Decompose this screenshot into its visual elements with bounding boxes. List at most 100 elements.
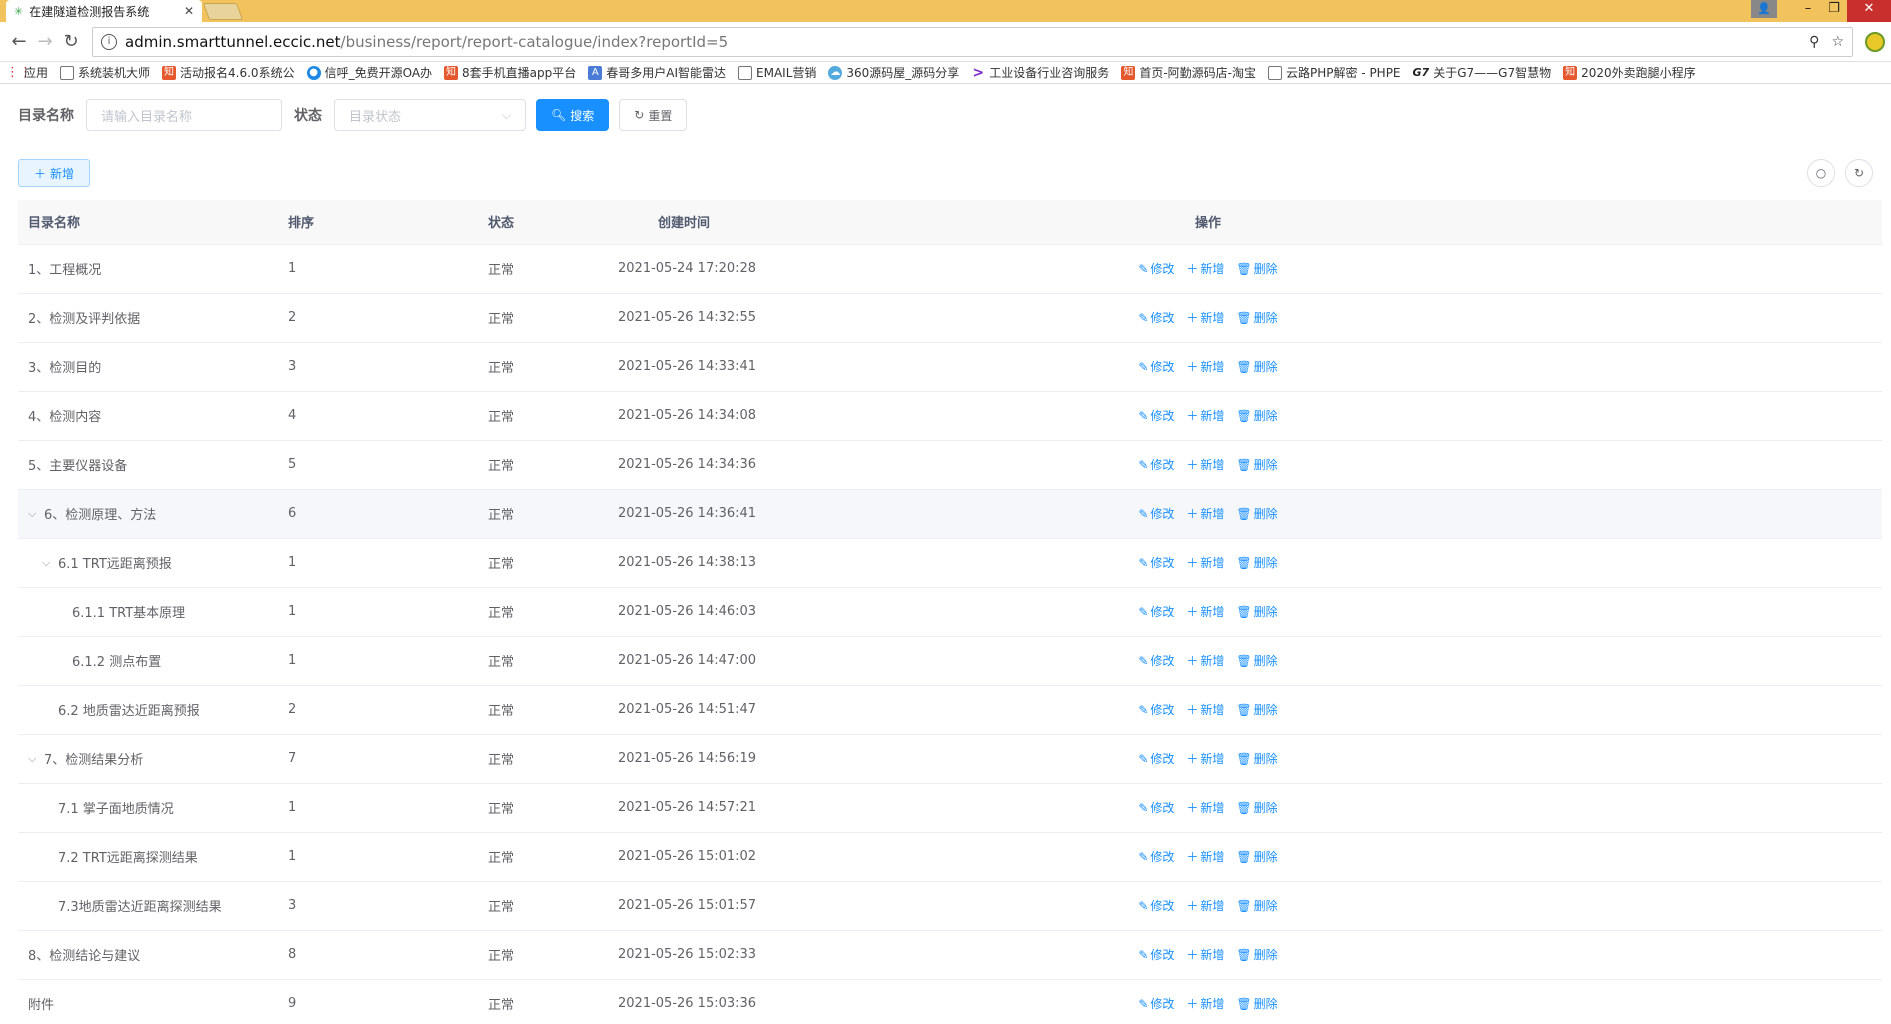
bookmark-item[interactable]: ☁ 360源码屋_源码分享 (828, 64, 959, 81)
key-icon[interactable]: ⚲ (1809, 34, 1819, 50)
forward-icon[interactable]: → (32, 31, 58, 52)
expand-toggle-icon[interactable]: ⌵ (42, 556, 58, 570)
edit-button[interactable]: ✎ 修改 (1138, 897, 1174, 914)
table-row[interactable]: ⌵ 6.1 TRT远距离预报 1 正常 2021-05-26 14:38:13 ✎ 修改＋新… (18, 538, 1882, 588)
delete-button[interactable]: 🗑︎ 删除 (1236, 946, 1277, 963)
expand-toggle-icon[interactable]: ⌵ (28, 752, 44, 766)
bookmark-item[interactable]: 知活动报名4.6.0系统公 (162, 64, 295, 81)
new-tab-button[interactable] (202, 3, 244, 20)
edit-button[interactable]: ✎ 修改 (1138, 407, 1174, 424)
delete-button[interactable]: 🗑︎ 删除 (1236, 995, 1277, 1012)
bookmark-item[interactable]: G7 关于G7——G7智慧物 (1413, 64, 1552, 81)
add-child-button[interactable]: ＋新增 (1186, 309, 1224, 326)
table-row[interactable]: 4、检测内容 4 正常 2021-05-26 14:34:08 ✎ 修改 ＋新增 🗑︎ 删除 (18, 391, 1882, 441)
table-row[interactable]: 6.2 地质雷达近距离预报 2 正常 2021-05-26 14:51:47 ✎ 修改 ＋新… (18, 685, 1882, 735)
table-row[interactable]: 1、工程概况 1 正常 2021-05-24 17:20:28 ✎ 修改 ＋新增 🗑︎ 删除 (18, 244, 1882, 294)
bookmark-item[interactable]: A 春哥多用户AI智能雷达 (588, 64, 726, 81)
bookmark-item[interactable]: 云路PHP解密 - PHPE (1267, 64, 1401, 81)
table-row[interactable]: 3、检测目的 3 正常 2021-05-26 14:33:41 ✎ 修改 ＋新增 🗑︎ 删除 (18, 342, 1882, 392)
table-row[interactable]: ⌵ 6、检测原理、方法 6 正常 2021-05-26 14:36:41 ✎ 修改＋新增 🗑︎… (18, 489, 1882, 539)
edit-button[interactable]: ✎ 修改 (1138, 750, 1174, 767)
address-bar[interactable]: i admin.smarttunnel.eccic.net /business/… (92, 26, 1853, 57)
bookmark-item[interactable]: > 工业设备行业咨询服务 (971, 64, 1109, 81)
table-row[interactable]: 附件 9 正常 2021-05-26 15:03:36 ✎ 修改 ＋新增 🗑︎ 删除 (18, 979, 1882, 1024)
reset-button[interactable]: ↻ 重置 (619, 99, 688, 131)
toggle-search-button[interactable]: ○ (1807, 159, 1835, 187)
table-row[interactable]: 2、检测及评判依据 2 正常 2021-05-26 14:32:55 ✎ 修改 ＋新增 🗑︎ 删… (18, 293, 1882, 343)
add-child-button[interactable]: ＋新增 (1186, 407, 1224, 424)
add-child-button[interactable]: ＋新增 (1186, 456, 1224, 473)
bookmark-item[interactable]: ⋮⋮ 应用 (6, 64, 48, 81)
bookmark-item[interactable]: 系统装机大师 (60, 64, 150, 81)
delete-button[interactable]: 🗑︎ 删除 (1236, 701, 1277, 718)
delete-button[interactable]: 🗑︎ 删除 (1236, 407, 1277, 424)
star-icon[interactable]: ☆ (1831, 34, 1844, 50)
bookmark-item[interactable]: 知 8套手机直播app平台 (444, 64, 576, 81)
bookmark-item[interactable]: ● 信呼_免费开源OA办 (306, 64, 432, 81)
add-child-button[interactable]: ＋新增 (1186, 995, 1224, 1012)
browser-tab[interactable]: ✳ 在建隧道检测报告系统 ✕ (6, 0, 202, 22)
delete-button[interactable]: 🗑︎ 删除 (1236, 554, 1277, 571)
table-row[interactable]: 7.2 TRT远距离探测结果 1 正常 2021-05-26 15:01:02 ✎ 修改 ＋… (18, 832, 1882, 882)
edit-button[interactable]: ✎ 修改 (1138, 652, 1174, 669)
edit-button[interactable]: ✎ 修改 (1138, 946, 1174, 963)
delete-button[interactable]: 🗑︎ 删除 (1236, 603, 1277, 620)
add-button[interactable]: ＋ 新增 (18, 159, 91, 187)
table-row[interactable]: 7.3地质雷达近距离探测结果 3 正常 2021-05-26 15:01:57 ✎ 修改 ＋… (18, 881, 1882, 931)
edit-button[interactable]: ✎ 修改 (1138, 309, 1174, 326)
table-row[interactable]: 6.1.2 测点布置 1 正常 2021-05-26 14:47:00 ✎ 修改 ＋新增 🗑︎… (18, 636, 1882, 686)
delete-button[interactable]: 🗑︎ 删除 (1236, 652, 1277, 669)
edit-button[interactable]: ✎ 修改 (1138, 701, 1174, 718)
edit-button[interactable]: ✎ 修改 (1138, 799, 1174, 816)
status-select[interactable]: 目录状态 ⌵ (334, 99, 526, 131)
table-row[interactable]: ⌵ 7、检测结果分析 7 正常 2021-05-26 14:56:19 ✎ 修改＋新增 🗑︎ 删… (18, 734, 1882, 784)
add-child-button[interactable]: ＋新增 (1186, 799, 1224, 816)
delete-button[interactable]: 🗑︎ 删除 (1236, 505, 1277, 522)
add-child-button[interactable]: ＋新增 (1186, 750, 1224, 767)
close-window-icon[interactable]: ✕ (1847, 0, 1891, 22)
extension-icon[interactable] (1865, 31, 1885, 52)
delete-button[interactable]: 🗑︎ 删除 (1236, 260, 1277, 277)
add-child-button[interactable]: ＋新增 (1186, 848, 1224, 865)
restore-icon[interactable]: ❐ (1821, 0, 1847, 22)
catalog-name-input[interactable]: 请输入目录名称 (86, 99, 282, 131)
bookmark-item[interactable]: 知 2020外卖跑腿小程序 (1563, 64, 1696, 81)
search-button[interactable]: 🔍︎ 搜索 (536, 99, 610, 131)
reload-icon[interactable]: ↻ (58, 31, 84, 52)
add-child-button[interactable]: ＋新增 (1186, 652, 1224, 669)
user-icon[interactable]: 👤 (1751, 0, 1777, 18)
edit-button[interactable]: ✎ 修改 (1138, 995, 1174, 1012)
edit-button[interactable]: ✎ 修改 (1138, 554, 1174, 571)
delete-button[interactable]: 🗑︎ 删除 (1236, 456, 1277, 473)
delete-button[interactable]: 🗑︎ 删除 (1236, 848, 1277, 865)
refresh-button[interactable]: ↻ (1845, 159, 1873, 187)
table-row[interactable]: 8、检测结论与建议 8 正常 2021-05-26 15:02:33 ✎ 修改 ＋新增 🗑︎ 删… (18, 930, 1882, 980)
add-child-button[interactable]: ＋新增 (1186, 701, 1224, 718)
edit-button[interactable]: ✎ 修改 (1138, 456, 1174, 473)
minimize-icon[interactable]: – (1795, 0, 1821, 22)
edit-button[interactable]: ✎ 修改 (1138, 603, 1174, 620)
back-icon[interactable]: ← (6, 31, 32, 52)
add-child-button[interactable]: ＋新增 (1186, 897, 1224, 914)
edit-button[interactable]: ✎ 修改 (1138, 505, 1174, 522)
delete-button[interactable]: 🗑︎ 删除 (1236, 897, 1277, 914)
close-tab-icon[interactable]: ✕ (184, 4, 194, 18)
add-child-button[interactable]: ＋新增 (1186, 358, 1224, 375)
add-child-button[interactable]: ＋新增 (1186, 505, 1224, 522)
bookmark-item[interactable]: 知首页-阿勤源码店-淘宝 (1121, 64, 1256, 81)
bookmark-item[interactable]: EMAIL营销 (738, 64, 816, 81)
delete-button[interactable]: 🗑︎ 删除 (1236, 309, 1277, 326)
table-row[interactable]: 6.1.1 TRT基本原理 1 正常 2021-05-26 14:46:03 ✎ 修改 ＋新… (18, 587, 1882, 637)
add-child-button[interactable]: ＋新增 (1186, 946, 1224, 963)
add-child-button[interactable]: ＋新增 (1186, 554, 1224, 571)
delete-button[interactable]: 🗑︎ 删除 (1236, 750, 1277, 767)
delete-button[interactable]: 🗑︎ 删除 (1236, 799, 1277, 816)
expand-toggle-icon[interactable]: ⌵ (28, 507, 44, 521)
add-child-button[interactable]: ＋新增 (1186, 603, 1224, 620)
delete-button[interactable]: 🗑︎ 删除 (1236, 358, 1277, 375)
edit-button[interactable]: ✎ 修改 (1138, 260, 1174, 277)
add-child-button[interactable]: ＋新增 (1186, 260, 1224, 277)
info-icon[interactable]: i (101, 33, 117, 50)
table-row[interactable]: 7.1 掌子面地质情况 1 正常 2021-05-26 14:57:21 ✎ 修改 ＋新增 🗑… (18, 783, 1882, 833)
edit-button[interactable]: ✎ 修改 (1138, 358, 1174, 375)
